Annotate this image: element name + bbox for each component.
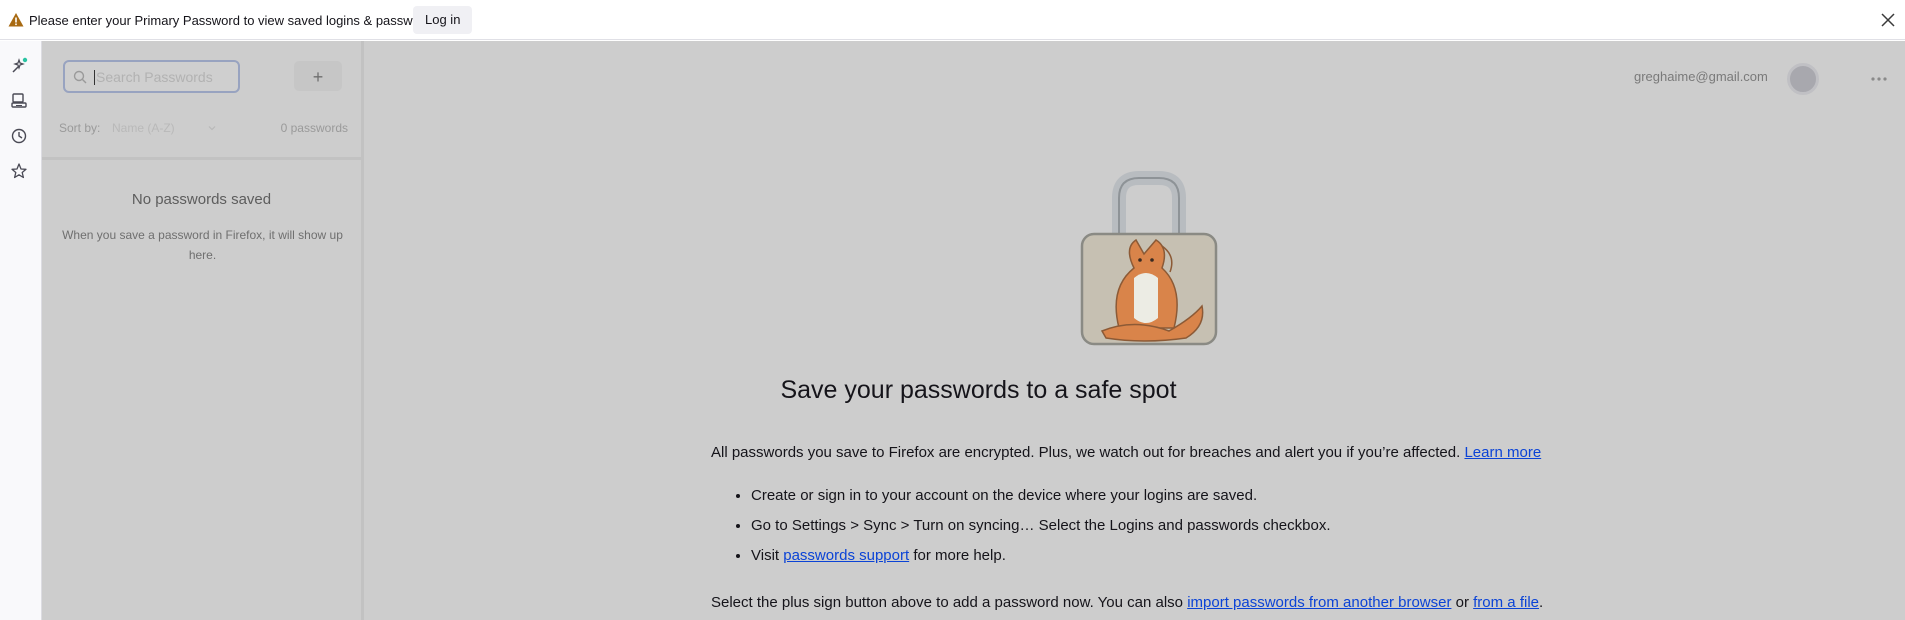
- notification-message: Please enter your Primary Password to vi…: [29, 13, 438, 28]
- search-input[interactable]: [96, 67, 232, 87]
- password-count: 0 passwords: [280, 121, 348, 135]
- sidebar-strip: [0, 41, 42, 620]
- more-icon[interactable]: [1868, 69, 1890, 89]
- step-text: Create or sign in to your account on the…: [751, 487, 1258, 504]
- passwords-support-link[interactable]: passwords support: [783, 547, 909, 564]
- sync-steps-list: Create or sign in to your account on the…: [711, 486, 1331, 576]
- passwords-page: + Sort by: Name (A-Z) 0 passwords No pas…: [42, 41, 1905, 620]
- notification-bar: Please enter your Primary Password to vi…: [0, 0, 1905, 40]
- add-password-button[interactable]: +: [294, 61, 342, 91]
- step-text: for more help.: [913, 547, 1006, 564]
- history-icon[interactable]: [10, 127, 28, 145]
- ai-chatbot-icon[interactable]: [10, 57, 28, 75]
- account-email[interactable]: greghaime@gmail.com: [1634, 69, 1768, 84]
- import-from-browser-link[interactable]: import passwords from another browser: [1187, 594, 1451, 611]
- learn-more-link[interactable]: Learn more: [1464, 444, 1541, 461]
- intro-text: All passwords you save to Firefox are en…: [711, 444, 1461, 461]
- list-item: Visit passwords support for more help.: [751, 546, 1331, 576]
- import-text: Select the plus sign button above to add…: [711, 594, 1184, 611]
- import-from-file-link[interactable]: from a file: [1473, 594, 1539, 611]
- list-item: Create or sign in to your account on the…: [751, 486, 1331, 516]
- chevron-down-icon[interactable]: [207, 123, 217, 133]
- list-item: Go to Settings > Sync > Turn on syncing……: [751, 516, 1331, 546]
- login-button[interactable]: Log in: [413, 6, 473, 34]
- warning-icon: [8, 13, 24, 27]
- intro-paragraph: All passwords you save to Firefox are en…: [711, 444, 1541, 461]
- bookmarks-icon[interactable]: [10, 162, 28, 180]
- step-text: Visit: [751, 547, 780, 564]
- fox-lock-illustration: [1080, 171, 1218, 346]
- search-box[interactable]: [63, 60, 240, 93]
- close-icon[interactable]: [1880, 12, 1896, 28]
- search-icon: [73, 70, 87, 84]
- or-text: or: [1455, 594, 1469, 611]
- import-instructions: Select the plus sign button above to add…: [711, 594, 1543, 611]
- divider: [42, 157, 361, 160]
- empty-list-title: No passwords saved: [131, 191, 272, 208]
- empty-list-description: When you save a password in Firefox, it …: [62, 228, 343, 262]
- synced-tabs-icon[interactable]: [10, 92, 28, 110]
- sort-label: Sort by:: [59, 121, 101, 135]
- sort-select[interactable]: Name (A-Z): [112, 121, 175, 135]
- password-list-pane: + Sort by: Name (A-Z) 0 passwords No pas…: [42, 41, 364, 620]
- period-text: .: [1539, 594, 1544, 611]
- page-headline: Save your passwords to a safe spot: [780, 376, 1177, 404]
- text-cursor: [94, 70, 95, 85]
- avatar[interactable]: [1787, 63, 1819, 95]
- step-text: Go to Settings > Sync > Turn on syncing……: [751, 517, 1331, 534]
